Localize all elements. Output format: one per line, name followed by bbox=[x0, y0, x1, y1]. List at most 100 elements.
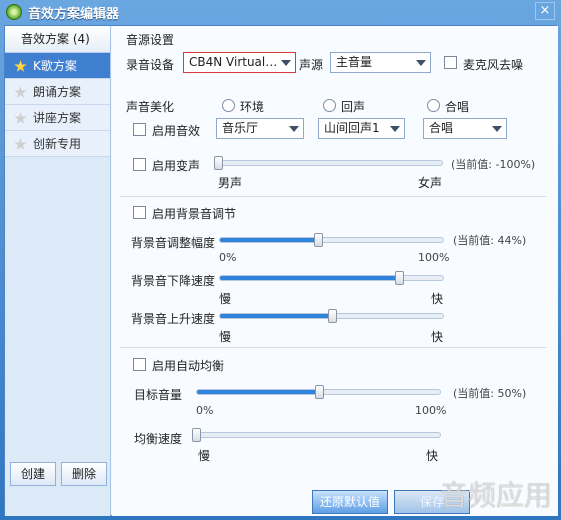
slider-fill bbox=[220, 276, 399, 280]
sidebar-item-lecture[interactable]: 讲座方案 bbox=[5, 105, 110, 131]
fast-label: 快 bbox=[426, 449, 439, 463]
star-icon bbox=[14, 86, 27, 98]
environment-value: 音乐厅 bbox=[222, 121, 259, 135]
background-down-label: 背景音下降速度 bbox=[131, 274, 216, 288]
divider bbox=[120, 196, 546, 197]
background-min-label: 0% bbox=[219, 251, 237, 264]
echo-select[interactable]: 山间回声1 bbox=[318, 118, 405, 139]
balance-speed-label: 均衡速度 bbox=[134, 432, 183, 446]
slider-thumb[interactable] bbox=[395, 271, 404, 285]
background-current-value: (当前值: 44%) bbox=[453, 234, 527, 247]
fast-label: 快 bbox=[431, 330, 444, 344]
background-adjust-slider[interactable] bbox=[219, 233, 444, 247]
target-min-label: 0% bbox=[196, 404, 214, 417]
record-device-value: CB4N Virtual… bbox=[189, 55, 278, 69]
chorus-value: 合唱 bbox=[429, 121, 454, 135]
background-max-label: 100% bbox=[418, 251, 450, 264]
sidebar-item-label: 讲座方案 bbox=[33, 111, 82, 125]
enable-voice-checkbox[interactable] bbox=[133, 158, 146, 171]
sidebar: 音效方案 (4) K歌方案 朗诵方案 讲座方案 创新专用 创建 删除 bbox=[5, 26, 111, 516]
enable-effect-checkbox[interactable] bbox=[133, 123, 146, 136]
enable-effect-label: 启用音效 bbox=[152, 124, 201, 138]
scheme-count-header: 音效方案 (4) bbox=[5, 26, 110, 53]
target-volume-slider[interactable] bbox=[196, 385, 441, 399]
record-device-label: 录音设备 bbox=[126, 58, 175, 72]
target-volume-label: 目标音量 bbox=[134, 388, 183, 402]
delete-button[interactable]: 删除 bbox=[61, 462, 107, 486]
noise-reduction-checkbox[interactable] bbox=[444, 56, 457, 69]
background-up-label: 背景音上升速度 bbox=[131, 312, 216, 326]
slider-thumb[interactable] bbox=[314, 233, 323, 247]
slider-fill bbox=[220, 314, 332, 318]
sidebar-item-label: 朗诵方案 bbox=[33, 85, 82, 99]
enable-background-label: 启用背景音调节 bbox=[152, 207, 237, 221]
noise-reduction-label: 麦克风去噪 bbox=[463, 58, 524, 72]
environment-select[interactable]: 音乐厅 bbox=[216, 118, 304, 139]
environment-radio[interactable] bbox=[222, 99, 235, 112]
close-button[interactable]: × bbox=[535, 2, 555, 20]
female-voice-label: 女声 bbox=[418, 176, 443, 190]
background-adjust-label: 背景音调整幅度 bbox=[131, 236, 216, 250]
echo-radio[interactable] bbox=[323, 99, 336, 112]
sidebar-item-innovation[interactable]: 创新专用 bbox=[5, 131, 110, 157]
editor-content: 音效方案 (4) K歌方案 朗诵方案 讲座方案 创新专用 创建 删除 音源设置 … bbox=[4, 25, 558, 516]
audio-scheme-editor-window: 音效方案编辑器 × 音效方案 (4) K歌方案 朗诵方案 讲座方案 创新专用 创… bbox=[0, 0, 561, 520]
star-icon bbox=[14, 112, 27, 124]
slider-fill bbox=[197, 390, 319, 394]
background-up-slider[interactable] bbox=[219, 309, 444, 323]
enable-balance-checkbox[interactable] bbox=[133, 358, 146, 371]
echo-value: 山间回声1 bbox=[324, 121, 380, 135]
sound-source-label: 声源 bbox=[299, 58, 324, 72]
chorus-radio[interactable] bbox=[427, 99, 440, 112]
slider-thumb[interactable] bbox=[314, 385, 324, 399]
source-section-title: 音源设置 bbox=[126, 33, 175, 47]
star-icon bbox=[14, 138, 27, 150]
sidebar-item-karaoke[interactable]: K歌方案 bbox=[5, 53, 110, 79]
enable-background-checkbox[interactable] bbox=[133, 206, 146, 219]
enable-balance-label: 启用自动均衡 bbox=[152, 359, 225, 373]
beauty-section-title: 声音美化 bbox=[126, 100, 175, 114]
slow-label: 慢 bbox=[219, 292, 232, 306]
slider-fill bbox=[220, 238, 319, 242]
app-icon bbox=[6, 4, 22, 20]
environment-radio-label: 环境 bbox=[240, 100, 265, 114]
sidebar-buttons: 创建 删除 bbox=[10, 462, 107, 486]
chevron-down-icon bbox=[390, 126, 400, 132]
settings-panel: 音源设置 录音设备 CB4N Virtual… 声源 主音量 麦克风去噪 声音美… bbox=[112, 26, 558, 516]
chevron-down-icon bbox=[492, 126, 502, 132]
slow-label: 慢 bbox=[198, 449, 211, 463]
star-icon bbox=[14, 60, 27, 72]
chorus-select[interactable]: 合唱 bbox=[423, 118, 507, 139]
slider-thumb[interactable] bbox=[192, 428, 201, 442]
background-down-slider[interactable] bbox=[219, 271, 444, 285]
chevron-down-icon bbox=[416, 60, 426, 66]
create-button[interactable]: 创建 bbox=[10, 462, 56, 486]
target-current-value: (当前值: 50%) bbox=[453, 387, 527, 400]
watermark-text: 音频应用 bbox=[439, 479, 552, 512]
sidebar-item-label: K歌方案 bbox=[33, 59, 77, 73]
voice-change-slider[interactable] bbox=[214, 156, 443, 170]
sound-source-value: 主音量 bbox=[336, 55, 373, 69]
enable-voice-label: 启用变声 bbox=[152, 159, 201, 173]
record-device-select[interactable]: CB4N Virtual… bbox=[183, 52, 296, 73]
slider-thumb[interactable] bbox=[214, 156, 223, 170]
window-title: 音效方案编辑器 bbox=[28, 7, 120, 22]
chevron-down-icon bbox=[289, 126, 299, 132]
slider-track bbox=[219, 237, 444, 243]
sidebar-item-recitation[interactable]: 朗诵方案 bbox=[5, 79, 110, 105]
fast-label: 快 bbox=[431, 292, 444, 306]
sound-source-select[interactable]: 主音量 bbox=[330, 52, 431, 73]
reset-default-button[interactable]: 还原默认值 bbox=[312, 490, 388, 514]
voice-current-value: (当前值: -100%) bbox=[451, 158, 536, 171]
slow-label: 慢 bbox=[219, 330, 232, 344]
chorus-radio-label: 合唱 bbox=[445, 100, 470, 114]
title-bar: 音效方案编辑器 × bbox=[0, 0, 561, 24]
divider bbox=[120, 347, 546, 348]
male-voice-label: 男声 bbox=[218, 176, 243, 190]
echo-radio-label: 回声 bbox=[341, 100, 366, 114]
balance-speed-slider[interactable] bbox=[192, 428, 441, 442]
slider-thumb[interactable] bbox=[327, 309, 337, 323]
chevron-down-icon bbox=[281, 60, 291, 66]
slider-track bbox=[219, 275, 444, 281]
sidebar-item-label: 创新专用 bbox=[33, 137, 82, 151]
